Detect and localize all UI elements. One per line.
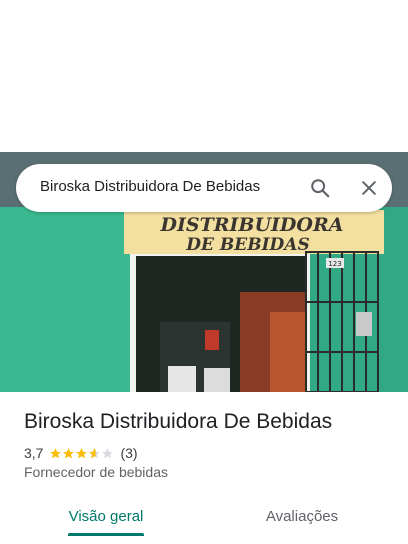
active-tab-indicator — [68, 533, 144, 536]
top-blank-area — [0, 0, 408, 152]
tab-overview[interactable]: Visão geral — [68, 496, 144, 536]
star-icon — [63, 447, 75, 458]
place-category: Fornecedor de bebidas — [24, 464, 168, 480]
tab-bar: Visão geral Avaliações — [0, 496, 408, 544]
close-icon[interactable] — [355, 174, 383, 202]
photo-house-number: 123 — [328, 260, 341, 268]
tab-reviews[interactable]: Avaliações — [258, 496, 346, 536]
star-half-icon — [89, 447, 101, 458]
star-icon — [50, 447, 62, 458]
photo-sign-line2: DE BEBIDAS — [185, 235, 309, 255]
search-bar[interactable]: Biroska Distribuidora De Bebidas — [16, 164, 392, 212]
place-title: Biroska Distribuidora De Bebidas — [24, 410, 333, 433]
reviews-count[interactable]: (3) — [120, 445, 137, 461]
star-icon — [76, 447, 88, 458]
rating-row: 3,7 (3) — [24, 444, 138, 462]
star-rating — [49, 447, 114, 460]
photo-sign-line1: DISTRIBUIDORA — [160, 214, 344, 236]
search-icon[interactable] — [306, 174, 334, 202]
star-empty-icon — [102, 447, 114, 458]
rating-value: 3,7 — [24, 445, 44, 461]
search-query-text[interactable]: Biroska Distribuidora De Bebidas — [40, 178, 260, 195]
